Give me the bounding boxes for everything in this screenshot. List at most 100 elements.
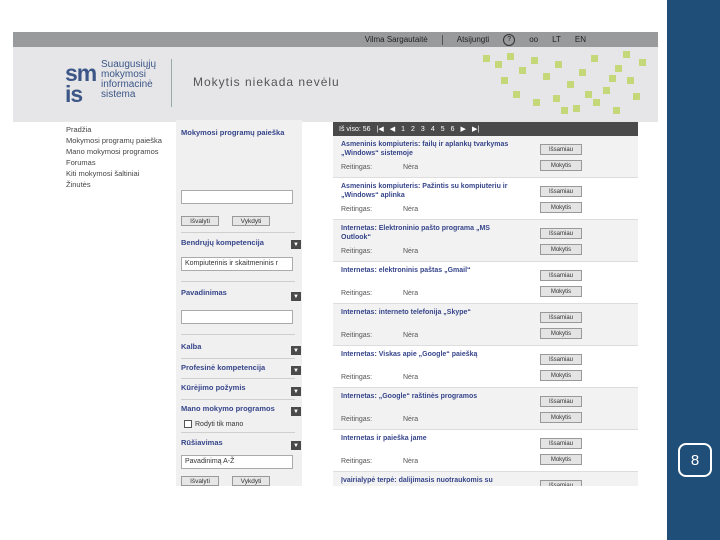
clear-button[interactable]: Išvalyti [181,216,219,226]
details-button[interactable]: Išsamiau [540,144,582,155]
name-label: Pavadinimas [181,288,227,297]
menu-item-my-programs[interactable]: Mano mokymosi programos [66,146,162,157]
rating-value: Nėra [403,248,419,255]
divider [441,34,443,45]
details-button[interactable]: Išsamiau [540,480,582,486]
language-label: Kalba [181,342,202,351]
accessibility-icon[interactable]: oo [529,35,538,44]
learn-button[interactable]: Mokytis [540,328,582,339]
general-toggle-icon[interactable]: ▼ [291,240,301,249]
clear-button-bottom[interactable]: Išvalyti [181,476,219,486]
menu-item-messages[interactable]: Žinutės [66,179,162,190]
page-link[interactable]: 5 [441,126,445,133]
learn-button[interactable]: Mokytis [540,244,582,255]
program-title[interactable]: Internetas: Viskas apie „Google“ paiešką [341,350,521,359]
lang-lt-link[interactable]: LT [552,35,561,44]
table-row: Internetas: Viskas apie „Google“ paiešką… [333,346,638,388]
decorative-pixel [615,65,622,72]
details-button[interactable]: Išsamiau [540,228,582,239]
menu-item-program-search[interactable]: Mokymosi programų paieška [66,135,162,146]
decorative-pixel [639,59,646,66]
show-mine-checkbox[interactable] [184,420,192,428]
page-link[interactable]: 3 [421,126,425,133]
page-link[interactable]: 2 [411,126,415,133]
program-title[interactable]: Internetas: interneto telefonija „Skype“ [341,308,521,317]
logo-text: Suaugusiųjų mokymosi informacinė sistema [101,60,156,100]
details-button[interactable]: Išsamiau [540,186,582,197]
logo[interactable]: sm is [65,62,97,107]
rating-label: Reitingas: [341,164,373,171]
learn-button[interactable]: Mokytis [540,454,582,465]
program-title[interactable]: Įvairialypė terpė: dalijimasis nuotrauko… [341,476,521,486]
table-row: Internetas: interneto telefonija „Skype“… [333,304,638,346]
decorative-pixel [609,75,616,82]
divider [181,432,295,433]
program-title[interactable]: Internetas: Elektroninio pašto programa … [341,224,521,242]
rating-label: Reitingas: [341,248,373,255]
prev-page-icon[interactable]: ◀ [390,125,395,133]
menu-item-forum[interactable]: Forumas [66,157,162,168]
approach-toggle-icon[interactable]: ▼ [291,387,301,396]
page-link[interactable]: 1 [401,126,405,133]
search-button[interactable]: Vykdyti [232,216,270,226]
learn-button[interactable]: Mokytis [540,370,582,381]
details-button[interactable]: Išsamiau [540,270,582,281]
page-link[interactable]: 6 [451,126,455,133]
rating-label: Reitingas: [341,290,373,297]
user-name[interactable]: Vilma Sargautaitė [365,35,428,44]
program-title[interactable]: Asmeninis kompiuteris: failų ir aplankų … [341,140,521,158]
table-row: Internetas: Elektroninio pašto programa … [333,220,638,262]
rating-row: Reitingas: Nėra [341,458,418,465]
logout-link[interactable]: Atsijungti [457,35,489,44]
name-toggle-icon[interactable]: ▼ [291,292,301,301]
decorative-pixel [531,57,538,64]
details-button[interactable]: Išsamiau [540,396,582,407]
menu-item-home[interactable]: Pradžia [66,124,162,135]
table-row: Asmeninis kompiuteris: failų ir aplankų … [333,136,638,178]
name-input[interactable] [181,310,293,324]
sorting-toggle-icon[interactable]: ▼ [291,441,301,450]
menu-item-other-sources[interactable]: Kiti mokymosi šaltiniai [66,168,162,179]
learn-button[interactable]: Mokytis [540,160,582,171]
sorting-select[interactable]: Pavadinimą A-Ž [181,455,293,469]
total-count: Iš viso: 56 [339,125,371,133]
search-button-bottom[interactable]: Vykdyti [232,476,270,486]
program-title[interactable]: Asmeninis kompiuteris: Pažintis su kompi… [341,182,521,200]
decorative-pixel [519,67,526,74]
rating-row: Reitingas: Nėra [341,248,418,255]
program-title[interactable]: Internetas: „Google“ raštinės programos [341,392,521,401]
details-button[interactable]: Išsamiau [540,438,582,449]
search-input[interactable] [181,190,293,204]
rating-value: Nėra [403,290,419,297]
divider [181,399,295,400]
divider [181,378,295,379]
approach-label: Kūrėjimo požymis [181,383,246,392]
header-divider [171,59,172,107]
rating-row: Reitingas: Nėra [341,416,418,423]
professional-label: Profesinė kompetencija [181,363,266,372]
program-title[interactable]: Internetas ir paieška jame [341,434,521,443]
decorative-pixel [501,77,508,84]
program-title[interactable]: Internetas: elektroninis paštas „Gmail“ [341,266,521,275]
decorative-pixel [613,107,620,114]
decorative-pixel [533,99,540,106]
first-page-icon[interactable]: |◀ [377,125,384,133]
learn-button[interactable]: Mokytis [540,286,582,297]
professional-toggle-icon[interactable]: ▼ [291,366,301,375]
language-toggle-icon[interactable]: ▼ [291,346,301,355]
details-button[interactable]: Išsamiau [540,312,582,323]
next-page-icon[interactable]: ▶ [461,125,466,133]
learn-button[interactable]: Mokytis [540,412,582,423]
lang-en-link[interactable]: EN [575,35,586,44]
site-header: sm is Suaugusiųjų mokymosi informacinė s… [13,47,658,122]
general-select[interactable]: Kompiuterinis ir skaitmeninis r [181,257,293,271]
learn-button[interactable]: Mokytis [540,202,582,213]
page-link[interactable]: 4 [431,126,435,133]
logo-bottom: is [65,81,83,107]
my-programs-toggle-icon[interactable]: ▼ [291,407,301,416]
help-icon[interactable]: ? [503,33,516,46]
details-button[interactable]: Išsamiau [540,354,582,365]
last-page-icon[interactable]: ▶| [472,125,479,133]
slogan: Mokytis niekada nevėlu [193,75,340,89]
rating-value: Nėra [403,374,419,381]
